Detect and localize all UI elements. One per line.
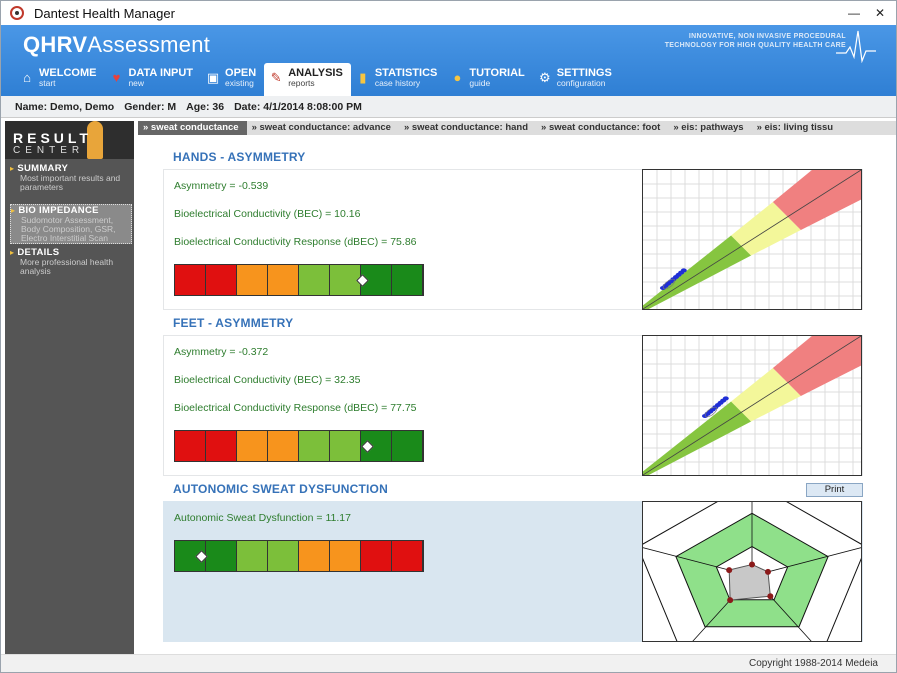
scale-segment xyxy=(206,541,237,571)
tagline: INNOVATIVE, NON INVASIVE PROCEDURAL TECH… xyxy=(664,33,846,49)
scale-segment xyxy=(237,431,268,461)
feet-section-title: FEET - ASYMMETRY xyxy=(173,316,294,330)
lightbulb-icon: ● xyxy=(453,70,462,85)
patient-date: Date: 4/1/2014 8:08:00 PM xyxy=(234,100,362,113)
brand-logo: QHRVAssessment xyxy=(23,32,211,57)
tab-sweat-conductance-advance[interactable]: » sweat conductance: advance xyxy=(247,121,399,135)
footer: Copyright 1988-2014 Medeia xyxy=(1,654,896,672)
feet-asymmetry: Asymmetry = -0.372 xyxy=(174,346,269,358)
feet-bec: Bioelectrical Conductivity (BEC) = 32.35 xyxy=(174,374,361,386)
autonomic-section-title: AUTONOMIC SWEAT DYSFUNCTION xyxy=(173,482,388,496)
scale-segment xyxy=(268,541,299,571)
scale-segment xyxy=(175,431,206,461)
scale-segment xyxy=(299,265,330,295)
app-logo-icon xyxy=(10,6,24,20)
hands-asymmetry: Asymmetry = -0.539 xyxy=(174,180,269,192)
feet-scale-bar xyxy=(174,430,424,462)
tab-sweat-conductance-hand[interactable]: » sweat conductance: hand xyxy=(399,121,536,135)
scale-segment xyxy=(330,431,361,461)
hands-asymmetry-chart xyxy=(641,147,882,311)
result-center-sidebar: RESULT CENTER SUMMARY Most important res… xyxy=(5,121,134,654)
autonomic-panel: Autonomic Sweat Dysfunction = 11.17 xyxy=(163,465,884,666)
scale-segment xyxy=(206,265,237,295)
scale-segment xyxy=(268,431,299,461)
minimize-button[interactable]: — xyxy=(844,4,864,22)
floppy-icon: ▣ xyxy=(206,70,220,85)
scale-segment xyxy=(299,431,330,461)
patient-name: Name: Demo, Demo xyxy=(15,100,115,113)
radar-point xyxy=(726,567,733,574)
sidebar-item-details[interactable]: DETAILS More professional health analysi… xyxy=(10,247,132,276)
hands-section-title: HANDS - ASYMMETRY xyxy=(173,150,306,164)
bar-chart-icon: ▮ xyxy=(359,70,367,85)
analysis-tabs: » sweat conductance » sweat conductance:… xyxy=(138,121,896,135)
hands-panel: Asymmetry = -0.539 Bioelectrical Conduct… xyxy=(163,147,882,311)
scale-segment xyxy=(268,265,299,295)
band-green-zone xyxy=(641,235,752,311)
nav-statistics[interactable]: ▮ STATISTICS case history xyxy=(351,63,446,96)
data-point xyxy=(680,268,687,273)
tab-eis-pathways[interactable]: » eis: pathways xyxy=(668,121,751,135)
close-button[interactable]: ✕ xyxy=(870,4,890,22)
sidebar-item-bio-impedance[interactable]: BIO IMPEDANCE Sudomotor Assessment, Body… xyxy=(10,204,132,244)
radar-point xyxy=(767,593,774,600)
scale-segment xyxy=(330,541,361,571)
scale-segment xyxy=(299,541,330,571)
feet-asymmetry-chart xyxy=(641,313,882,477)
scale-segment xyxy=(237,265,268,295)
patient-gender: Gender: M xyxy=(124,100,177,113)
gear-icon: ⚙ xyxy=(538,70,551,85)
heart-icon: ♥ xyxy=(112,70,121,85)
scale-segment xyxy=(361,541,392,571)
scale-segment xyxy=(175,265,206,295)
print-button[interactable]: Print xyxy=(806,483,863,497)
radar-point xyxy=(749,561,755,568)
radar-value-shape xyxy=(728,563,771,601)
feet-dbec: Bioelectrical Conductivity Response (dBE… xyxy=(174,402,417,414)
data-point xyxy=(722,396,729,401)
autonomic-radar-chart xyxy=(620,465,884,666)
scale-segment xyxy=(392,431,423,461)
hands-scale-bar xyxy=(174,264,424,296)
window-title: Dantest Health Manager xyxy=(34,5,175,21)
scale-segment xyxy=(206,431,237,461)
scale-segment xyxy=(392,265,423,295)
radar-point xyxy=(727,597,734,604)
title-bar: Dantest Health Manager — ✕ xyxy=(1,1,896,25)
nav-tutorial[interactable]: ● TUTORIAL guide xyxy=(445,63,532,96)
sidebar-item-summary[interactable]: SUMMARY Most important results and param… xyxy=(10,163,132,192)
tab-eis-living-tissue[interactable]: » eis: living tissu xyxy=(752,121,842,135)
tab-sweat-conductance-foot[interactable]: » sweat conductance: foot xyxy=(536,121,668,135)
radar-point xyxy=(764,568,771,575)
result-center-banner: RESULT CENTER xyxy=(5,121,134,159)
main-nav: ⌂ WELCOME start ♥ DATA INPUT new ▣ OPEN exi… xyxy=(15,63,620,97)
nav-data-input[interactable]: ♥ DATA INPUT new xyxy=(104,63,201,96)
hands-bec: Bioelectrical Conductivity (BEC) = 10.16 xyxy=(174,208,361,220)
nav-analysis[interactable]: ✎ ANALYSIS reports xyxy=(264,63,351,97)
scale-segment xyxy=(392,541,423,571)
nav-open[interactable]: ▣ OPEN existing xyxy=(201,63,264,96)
hands-dbec: Bioelectrical Conductivity Response (dBE… xyxy=(174,236,417,248)
autonomic-scale-bar xyxy=(174,540,424,572)
app-header: QHRVAssessment INNOVATIVE, NON INVASIVE … xyxy=(1,25,896,97)
feet-panel: Asymmetry = -0.372 Bioelectrical Conduct… xyxy=(163,313,882,477)
app-window: Dantest Health Manager — ✕ QHRVAssessmen… xyxy=(0,0,897,673)
patient-age: Age: 36 xyxy=(186,100,225,113)
ecg-icon xyxy=(836,30,876,63)
autonomic-value: Autonomic Sweat Dysfunction = 11.17 xyxy=(174,512,351,524)
scale-segment xyxy=(237,541,268,571)
tab-sweat-conductance[interactable]: » sweat conductance xyxy=(138,121,247,135)
nav-settings[interactable]: ⚙ SETTINGS configuration xyxy=(533,63,620,96)
nav-welcome[interactable]: ⌂ WELCOME start xyxy=(15,63,104,96)
copyright: Copyright 1988-2014 Medeia xyxy=(749,658,878,669)
report-content: HANDS - ASYMMETRY Asymmetry = -0.539 Bio… xyxy=(163,141,884,666)
patient-info-bar: Name: Demo, Demo Gender: M Age: 36 Date:… xyxy=(1,96,896,118)
band-green-zone xyxy=(641,401,752,477)
home-icon: ⌂ xyxy=(23,70,31,85)
report-icon: ✎ xyxy=(270,70,282,85)
